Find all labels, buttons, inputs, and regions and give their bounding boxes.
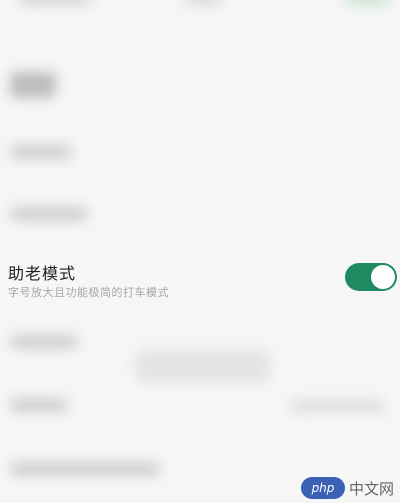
elderly-mode-toggle[interactable] xyxy=(345,263,397,291)
elderly-mode-description: 字号放大且功能极简的打车模式 xyxy=(8,286,169,299)
settings-row-4-value xyxy=(290,400,385,412)
settings-row-5[interactable] xyxy=(10,462,160,476)
settings-row-1[interactable] xyxy=(10,145,72,159)
elderly-mode-title: 助老模式 xyxy=(8,264,77,283)
page-title xyxy=(10,72,56,98)
status-bar xyxy=(0,0,400,14)
settings-row-4[interactable] xyxy=(10,398,68,412)
watermark-text: 中文网 xyxy=(348,479,394,498)
settings-row-2[interactable] xyxy=(10,207,88,221)
status-time xyxy=(20,0,90,4)
blurred-card xyxy=(135,350,270,382)
watermark: php 中文网 xyxy=(300,477,394,499)
php-logo-icon: php xyxy=(300,477,345,499)
toggle-knob xyxy=(371,265,395,289)
elderly-mode-row[interactable]: 助老模式 字号放大且功能极简的打车模式 xyxy=(0,250,400,306)
settings-row-3[interactable] xyxy=(10,335,78,349)
status-center xyxy=(185,0,221,4)
status-battery-icon xyxy=(345,0,390,4)
